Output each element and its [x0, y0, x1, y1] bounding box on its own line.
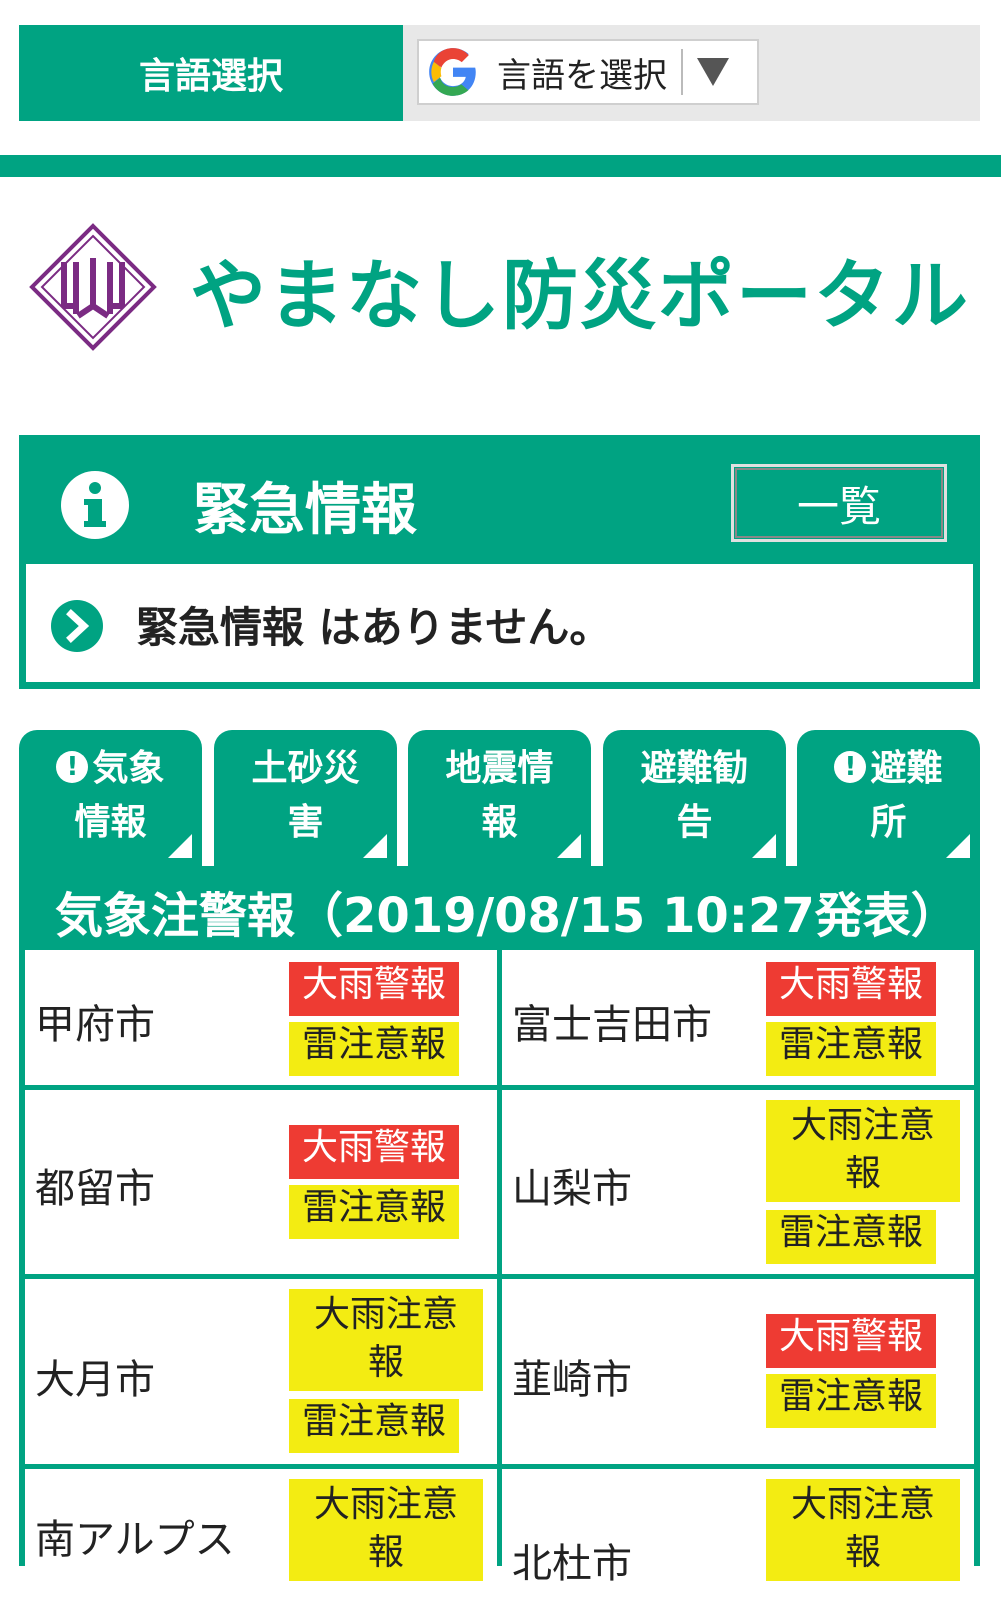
google-icon [429, 48, 476, 96]
tab-label: 気象 [92, 748, 165, 789]
weather-warnings-panel: 気象注警報（2019/08/15 10:27発表） 甲府市 大雨警報 雷注意報 … [19, 866, 980, 1609]
corner-triangle-icon [363, 834, 387, 858]
yamanashi-logo [29, 223, 157, 351]
alert-icon: ! [834, 751, 867, 783]
language-label: 言語選択 [19, 25, 403, 121]
tab-label: 避難 [870, 748, 943, 789]
language-bar: 言語選択 言語を選択 [19, 25, 980, 121]
advisory-badge: 大雨注意報 [766, 1479, 960, 1581]
tab-earthquake[interactable]: 地震情 報 [408, 730, 591, 868]
city-cell: 大月市 大雨注意報 雷注意報 [25, 1279, 497, 1464]
emergency-message: 緊急情報 はありません。 [136, 603, 612, 652]
tab-label-line1: ! 避難 [797, 742, 980, 796]
city-cell: 北杜市 大雨注意報 [502, 1469, 974, 1609]
advisory-badge: 雷注意報 [289, 1399, 459, 1453]
advisory-badge: 雷注意報 [766, 1374, 936, 1428]
advisory-badge: 大雨注意報 [766, 1100, 960, 1202]
warning-badge: 大雨警報 [766, 962, 936, 1016]
advisory-badge: 雷注意報 [766, 1022, 936, 1076]
info-icon [61, 471, 129, 539]
warning-badge: 大雨警報 [766, 1314, 936, 1368]
tab-landslide[interactable]: 土砂災 害 [214, 730, 397, 868]
tab-label-line1: 土砂災 [251, 748, 360, 789]
city-name: 甲府市 [35, 1002, 155, 1048]
emergency-body: 緊急情報 はありません。 [26, 564, 973, 682]
alert-icon: ! [56, 751, 89, 783]
city-cell: 甲府市 大雨警報 雷注意報 [25, 950, 497, 1085]
site-title: やまなし防災ポータル [190, 251, 970, 340]
emergency-panel: 緊急情報 一覧 緊急情報 はありません。 [19, 435, 980, 689]
city-cell: 山梨市 大雨注意報 雷注意報 [502, 1090, 974, 1274]
city-name: 大月市 [35, 1357, 155, 1403]
tab-label-line1: 避難勧 [640, 748, 749, 789]
tab-shelter[interactable]: ! 避難 所 [797, 730, 980, 868]
city-cell: 南アルプス 大雨注意報 [25, 1469, 497, 1609]
corner-triangle-icon [168, 834, 192, 858]
corner-triangle-icon [946, 834, 970, 858]
city-name: 都留市 [35, 1166, 155, 1212]
tab-evacuation-advisory[interactable]: 避難勧 告 [603, 730, 786, 868]
corner-triangle-icon [557, 834, 581, 858]
emergency-list-button[interactable]: 一覧 [731, 464, 947, 542]
chevron-right-icon [51, 600, 103, 652]
advisory-badge: 大雨注意報 [289, 1479, 483, 1581]
advisory-badge: 雷注意報 [766, 1210, 936, 1264]
city-cell: 都留市 大雨警報 雷注意報 [25, 1090, 497, 1274]
corner-triangle-icon [752, 834, 776, 858]
divider [0, 155, 1001, 177]
tab-label-line1: 地震情 [445, 748, 554, 789]
weather-warnings-title: 気象注警報（2019/08/15 10:27発表） [55, 888, 959, 944]
advisory-badge: 大雨注意報 [289, 1289, 483, 1391]
city-name: 南アルプス [35, 1517, 235, 1563]
advisory-badge: 雷注意報 [289, 1185, 459, 1239]
city-cell: 韮崎市 大雨警報 雷注意報 [502, 1279, 974, 1464]
city-name: 韮崎市 [512, 1357, 632, 1403]
tab-weather[interactable]: ! 気象 情報 [19, 730, 202, 868]
city-name: 北杜市 [512, 1541, 632, 1587]
select-divider [681, 49, 683, 95]
emergency-title: 緊急情報 [193, 478, 417, 543]
warning-badge: 大雨警報 [289, 962, 459, 1016]
city-cell: 富士吉田市 大雨警報 雷注意報 [502, 950, 974, 1085]
advisory-badge: 雷注意報 [289, 1022, 459, 1076]
dropdown-arrow-icon [697, 58, 729, 86]
city-name: 山梨市 [512, 1166, 632, 1212]
city-name: 富士吉田市 [512, 1002, 712, 1048]
tab-label-line1: ! 気象 [19, 742, 202, 796]
language-select[interactable]: 言語を選択 [417, 39, 759, 105]
language-select-label: 言語を選択 [497, 55, 667, 96]
warning-badge: 大雨警報 [289, 1125, 459, 1179]
